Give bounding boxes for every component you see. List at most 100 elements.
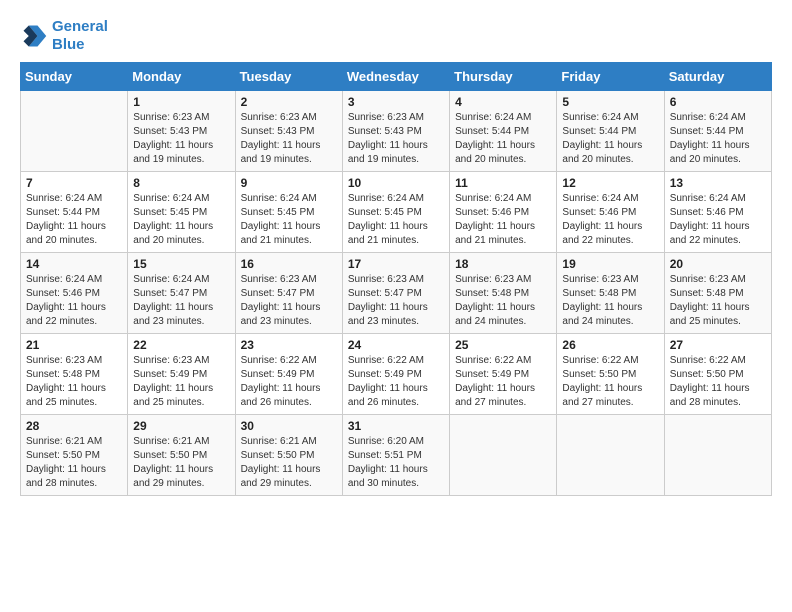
cell-info: Sunrise: 6:24 AMSunset: 5:44 PMDaylight:… xyxy=(670,111,766,167)
day-number: 19 xyxy=(562,257,658,271)
calendar-week-row: 21Sunrise: 6:23 AMSunset: 5:48 PMDayligh… xyxy=(21,334,772,415)
cell-info: Sunrise: 6:22 AMSunset: 5:50 PMDaylight:… xyxy=(562,354,658,410)
day-number: 11 xyxy=(455,176,551,190)
calendar-cell: 27Sunrise: 6:22 AMSunset: 5:50 PMDayligh… xyxy=(664,334,771,415)
day-number: 14 xyxy=(26,257,122,271)
calendar-cell: 24 Sunrise: 6:22 AMSunset: 5:49 PMDayligh… xyxy=(342,334,449,415)
cell-info: Sunrise: 6:24 AMSunset: 5:46 PMDaylight:… xyxy=(455,192,551,248)
logo-icon xyxy=(20,22,48,50)
calendar-week-row: 7Sunrise: 6:24 AMSunset: 5:44 PMDaylight… xyxy=(21,172,772,253)
calendar-cell: 7Sunrise: 6:24 AMSunset: 5:44 PMDaylight… xyxy=(21,172,128,253)
day-number: 18 xyxy=(455,257,551,271)
day-number: 28 xyxy=(26,419,122,433)
cell-info: Sunrise: 6:23 AMSunset: 5:43 PMDaylight:… xyxy=(133,111,229,167)
header: General Blue xyxy=(20,18,772,54)
column-header-tuesday: Tuesday xyxy=(235,63,342,91)
calendar-cell: 11 Sunrise: 6:24 AMSunset: 5:46 PMDayligh… xyxy=(450,172,557,253)
calendar-cell: 9 Sunrise: 6:24 AMSunset: 5:45 PMDaylight… xyxy=(235,172,342,253)
calendar-cell: 21Sunrise: 6:23 AMSunset: 5:48 PMDayligh… xyxy=(21,334,128,415)
day-number: 8 xyxy=(133,176,229,190)
logo-text: General Blue xyxy=(52,18,108,54)
calendar-week-row: 1 Sunrise: 6:23 AMSunset: 5:43 PMDaylight… xyxy=(21,91,772,172)
column-header-saturday: Saturday xyxy=(664,63,771,91)
calendar-cell: 10 Sunrise: 6:24 AMSunset: 5:45 PMDayligh… xyxy=(342,172,449,253)
calendar-cell: 6 Sunrise: 6:24 AMSunset: 5:44 PMDaylight… xyxy=(664,91,771,172)
calendar-cell: 29 Sunrise: 6:21 AMSunset: 5:50 PMDayligh… xyxy=(128,415,235,496)
cell-info: Sunrise: 6:23 AMSunset: 5:48 PMDaylight:… xyxy=(26,354,122,410)
cell-info: Sunrise: 6:24 AMSunset: 5:46 PMDaylight:… xyxy=(26,273,122,329)
cell-info: Sunrise: 6:24 AMSunset: 5:44 PMDaylight:… xyxy=(26,192,122,248)
calendar-cell: 31 Sunrise: 6:20 AMSunset: 5:51 PMDayligh… xyxy=(342,415,449,496)
cell-info: Sunrise: 6:24 AMSunset: 5:46 PMDaylight:… xyxy=(670,192,766,248)
cell-info: Sunrise: 6:21 AMSunset: 5:50 PMDaylight:… xyxy=(133,435,229,491)
day-number: 29 xyxy=(133,419,229,433)
calendar-cell: 19 Sunrise: 6:23 AMSunset: 5:48 PMDayligh… xyxy=(557,253,664,334)
calendar-cell xyxy=(557,415,664,496)
calendar-cell: 5Sunrise: 6:24 AMSunset: 5:44 PMDaylight… xyxy=(557,91,664,172)
calendar-header-row: SundayMondayTuesdayWednesdayThursdayFrid… xyxy=(21,63,772,91)
day-number: 12 xyxy=(562,176,658,190)
day-number: 16 xyxy=(241,257,337,271)
cell-info: Sunrise: 6:24 AMSunset: 5:45 PMDaylight:… xyxy=(133,192,229,248)
calendar-cell: 22 Sunrise: 6:23 AMSunset: 5:49 PMDayligh… xyxy=(128,334,235,415)
column-header-sunday: Sunday xyxy=(21,63,128,91)
day-number: 2 xyxy=(241,95,337,109)
column-header-friday: Friday xyxy=(557,63,664,91)
cell-info: Sunrise: 6:22 AMSunset: 5:49 PMDaylight:… xyxy=(348,354,444,410)
main-container: General Blue SundayMondayTuesdayWednesda… xyxy=(0,0,792,506)
day-number: 6 xyxy=(670,95,766,109)
cell-info: Sunrise: 6:23 AMSunset: 5:47 PMDaylight:… xyxy=(348,273,444,329)
calendar-week-row: 28 Sunrise: 6:21 AMSunset: 5:50 PMDayligh… xyxy=(21,415,772,496)
cell-info: Sunrise: 6:23 AMSunset: 5:47 PMDaylight:… xyxy=(241,273,337,329)
day-number: 27 xyxy=(670,338,766,352)
day-number: 9 xyxy=(241,176,337,190)
cell-info: Sunrise: 6:21 AMSunset: 5:50 PMDaylight:… xyxy=(241,435,337,491)
calendar-cell: 17Sunrise: 6:23 AMSunset: 5:47 PMDayligh… xyxy=(342,253,449,334)
day-number: 3 xyxy=(348,95,444,109)
column-header-wednesday: Wednesday xyxy=(342,63,449,91)
calendar-week-row: 14 Sunrise: 6:24 AMSunset: 5:46 PMDayligh… xyxy=(21,253,772,334)
calendar-cell xyxy=(21,91,128,172)
day-number: 30 xyxy=(241,419,337,433)
cell-info: Sunrise: 6:21 AMSunset: 5:50 PMDaylight:… xyxy=(26,435,122,491)
day-number: 24 xyxy=(348,338,444,352)
calendar-cell: 8 Sunrise: 6:24 AMSunset: 5:45 PMDaylight… xyxy=(128,172,235,253)
calendar-cell xyxy=(664,415,771,496)
calendar-cell: 28 Sunrise: 6:21 AMSunset: 5:50 PMDayligh… xyxy=(21,415,128,496)
calendar-cell: 4 Sunrise: 6:24 AMSunset: 5:44 PMDaylight… xyxy=(450,91,557,172)
day-number: 31 xyxy=(348,419,444,433)
day-number: 5 xyxy=(562,95,658,109)
calendar-cell: 12 Sunrise: 6:24 AMSunset: 5:46 PMDayligh… xyxy=(557,172,664,253)
day-number: 25 xyxy=(455,338,551,352)
day-number: 20 xyxy=(670,257,766,271)
day-number: 26 xyxy=(562,338,658,352)
cell-info: Sunrise: 6:23 AMSunset: 5:48 PMDaylight:… xyxy=(670,273,766,329)
cell-info: Sunrise: 6:24 AMSunset: 5:44 PMDaylight:… xyxy=(455,111,551,167)
calendar-cell: 14 Sunrise: 6:24 AMSunset: 5:46 PMDayligh… xyxy=(21,253,128,334)
calendar-cell: 23Sunrise: 6:22 AMSunset: 5:49 PMDayligh… xyxy=(235,334,342,415)
cell-info: Sunrise: 6:20 AMSunset: 5:51 PMDaylight:… xyxy=(348,435,444,491)
cell-info: Sunrise: 6:22 AMSunset: 5:49 PMDaylight:… xyxy=(241,354,337,410)
calendar-cell: 30 Sunrise: 6:21 AMSunset: 5:50 PMDayligh… xyxy=(235,415,342,496)
cell-info: Sunrise: 6:24 AMSunset: 5:45 PMDaylight:… xyxy=(241,192,337,248)
calendar-cell: 26 Sunrise: 6:22 AMSunset: 5:50 PMDayligh… xyxy=(557,334,664,415)
day-number: 15 xyxy=(133,257,229,271)
day-number: 4 xyxy=(455,95,551,109)
cell-info: Sunrise: 6:23 AMSunset: 5:48 PMDaylight:… xyxy=(455,273,551,329)
calendar-body: 1 Sunrise: 6:23 AMSunset: 5:43 PMDaylight… xyxy=(21,91,772,496)
logo: General Blue xyxy=(20,18,108,54)
calendar-cell: 18 Sunrise: 6:23 AMSunset: 5:48 PMDayligh… xyxy=(450,253,557,334)
cell-info: Sunrise: 6:23 AMSunset: 5:48 PMDaylight:… xyxy=(562,273,658,329)
calendar-cell: 3 Sunrise: 6:23 AMSunset: 5:43 PMDaylight… xyxy=(342,91,449,172)
calendar-cell: 1 Sunrise: 6:23 AMSunset: 5:43 PMDaylight… xyxy=(128,91,235,172)
cell-info: Sunrise: 6:24 AMSunset: 5:45 PMDaylight:… xyxy=(348,192,444,248)
day-number: 10 xyxy=(348,176,444,190)
cell-info: Sunrise: 6:24 AMSunset: 5:46 PMDaylight:… xyxy=(562,192,658,248)
cell-info: Sunrise: 6:23 AMSunset: 5:49 PMDaylight:… xyxy=(133,354,229,410)
day-number: 13 xyxy=(670,176,766,190)
day-number: 1 xyxy=(133,95,229,109)
calendar-table: SundayMondayTuesdayWednesdayThursdayFrid… xyxy=(20,62,772,496)
calendar-cell: 2Sunrise: 6:23 AMSunset: 5:43 PMDaylight… xyxy=(235,91,342,172)
day-number: 22 xyxy=(133,338,229,352)
cell-info: Sunrise: 6:23 AMSunset: 5:43 PMDaylight:… xyxy=(348,111,444,167)
